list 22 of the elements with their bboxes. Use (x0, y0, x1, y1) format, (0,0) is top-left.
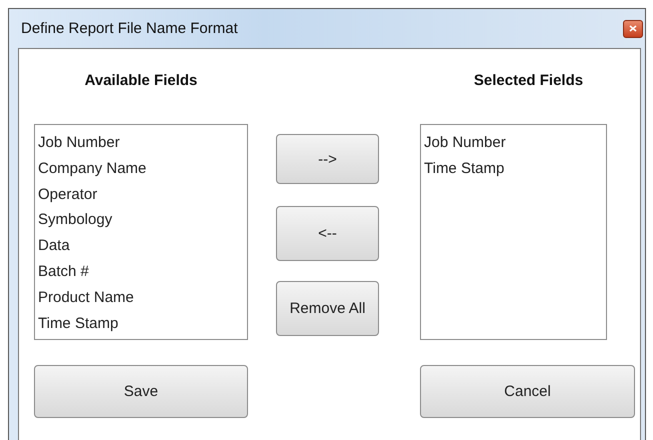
column-heading: Selected Fields (472, 72, 584, 91)
field-list[interactable]: Job Number Time Stamp (420, 124, 607, 340)
close-icon (629, 25, 637, 32)
list-item[interactable]: Data (38, 233, 247, 259)
list-item[interactable]: Time Stamp (38, 310, 247, 336)
column-heading: Available Fields (84, 72, 198, 91)
list-item[interactable]: Product Name (38, 284, 247, 311)
list-item[interactable]: Time Stamp (424, 156, 606, 182)
list-item[interactable]: Company Name (38, 156, 247, 182)
list-item[interactable]: Job Number (424, 130, 606, 156)
move-button[interactable]: <-- (276, 206, 379, 261)
field-list[interactable]: Job Number Company Name Operator Symbology Data Batch # Product Name Time Stamp (34, 124, 248, 340)
close-button[interactable] (623, 20, 643, 38)
list-item[interactable]: Batch # (38, 258, 247, 285)
list-item[interactable]: Job Number (38, 130, 247, 156)
move-button[interactable]: Remove All (276, 281, 379, 336)
move-button[interactable]: --> (276, 134, 379, 184)
save-button[interactable]: Save (34, 365, 248, 418)
window-title: Define Report File Name Format (21, 20, 238, 37)
list-item[interactable]: Operator (38, 182, 247, 208)
cancel-button[interactable]: Cancel (420, 365, 635, 418)
list-item[interactable]: Symbology (38, 207, 247, 234)
